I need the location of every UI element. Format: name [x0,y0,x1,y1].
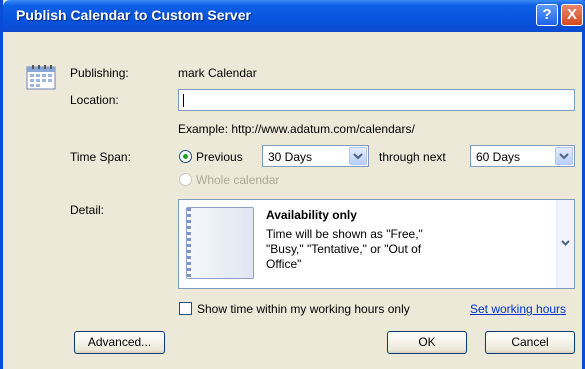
detail-option-title: Availability only [266,208,357,222]
close-icon: X [566,6,577,23]
detail-select[interactable]: Availability only Time will be shown as … [178,199,575,289]
previous-days-value: 30 Days [268,150,313,164]
dialog-window: Publish Calendar to Custom Server ? X Pu… [0,0,585,369]
time-span-label: Time Span: [70,150,131,164]
whole-calendar-label: Whole calendar [196,173,280,187]
location-label: Location: [70,93,119,107]
detail-scrollbar[interactable] [556,200,574,288]
calendar-icon [26,65,56,90]
cancel-button[interactable]: Cancel [485,331,575,354]
text-caret [183,94,184,107]
chevron-down-icon[interactable] [555,147,573,165]
through-next-label: through next [379,150,446,164]
location-input[interactable] [178,89,575,111]
window-title: Publish Calendar to Custom Server [16,7,251,23]
previous-radio[interactable] [179,150,192,163]
next-days-select[interactable]: 60 Days [470,145,575,167]
detail-option-description: Time will be shown as "Free," "Busy," "T… [266,227,423,271]
publishing-label: Publishing: [70,66,129,80]
close-button[interactable]: X [561,4,583,26]
next-days-value: 60 Days [476,150,521,164]
help-button[interactable]: ? [536,4,558,26]
availability-page-icon [186,207,254,279]
help-icon: ? [542,6,552,23]
advanced-button[interactable]: Advanced... [74,331,165,354]
working-hours-checkbox[interactable] [179,302,192,315]
chevron-down-icon[interactable] [559,236,572,249]
ok-button[interactable]: OK [387,331,467,354]
chevron-down-icon[interactable] [349,147,367,165]
page-binding-decoration [187,208,191,278]
title-bar[interactable]: Publish Calendar to Custom Server ? X [3,0,585,32]
location-example: Example: http://www.adatum.com/calendars… [178,122,415,136]
publishing-value: mark Calendar [178,66,257,80]
previous-radio-label: Previous [196,150,243,164]
detail-label: Detail: [70,203,105,217]
set-working-hours-link[interactable]: Set working hours [470,302,566,316]
working-hours-checkbox-label: Show time within my working hours only [197,302,410,316]
whole-calendar-radio[interactable] [179,173,192,186]
previous-days-select[interactable]: 30 Days [262,145,369,167]
